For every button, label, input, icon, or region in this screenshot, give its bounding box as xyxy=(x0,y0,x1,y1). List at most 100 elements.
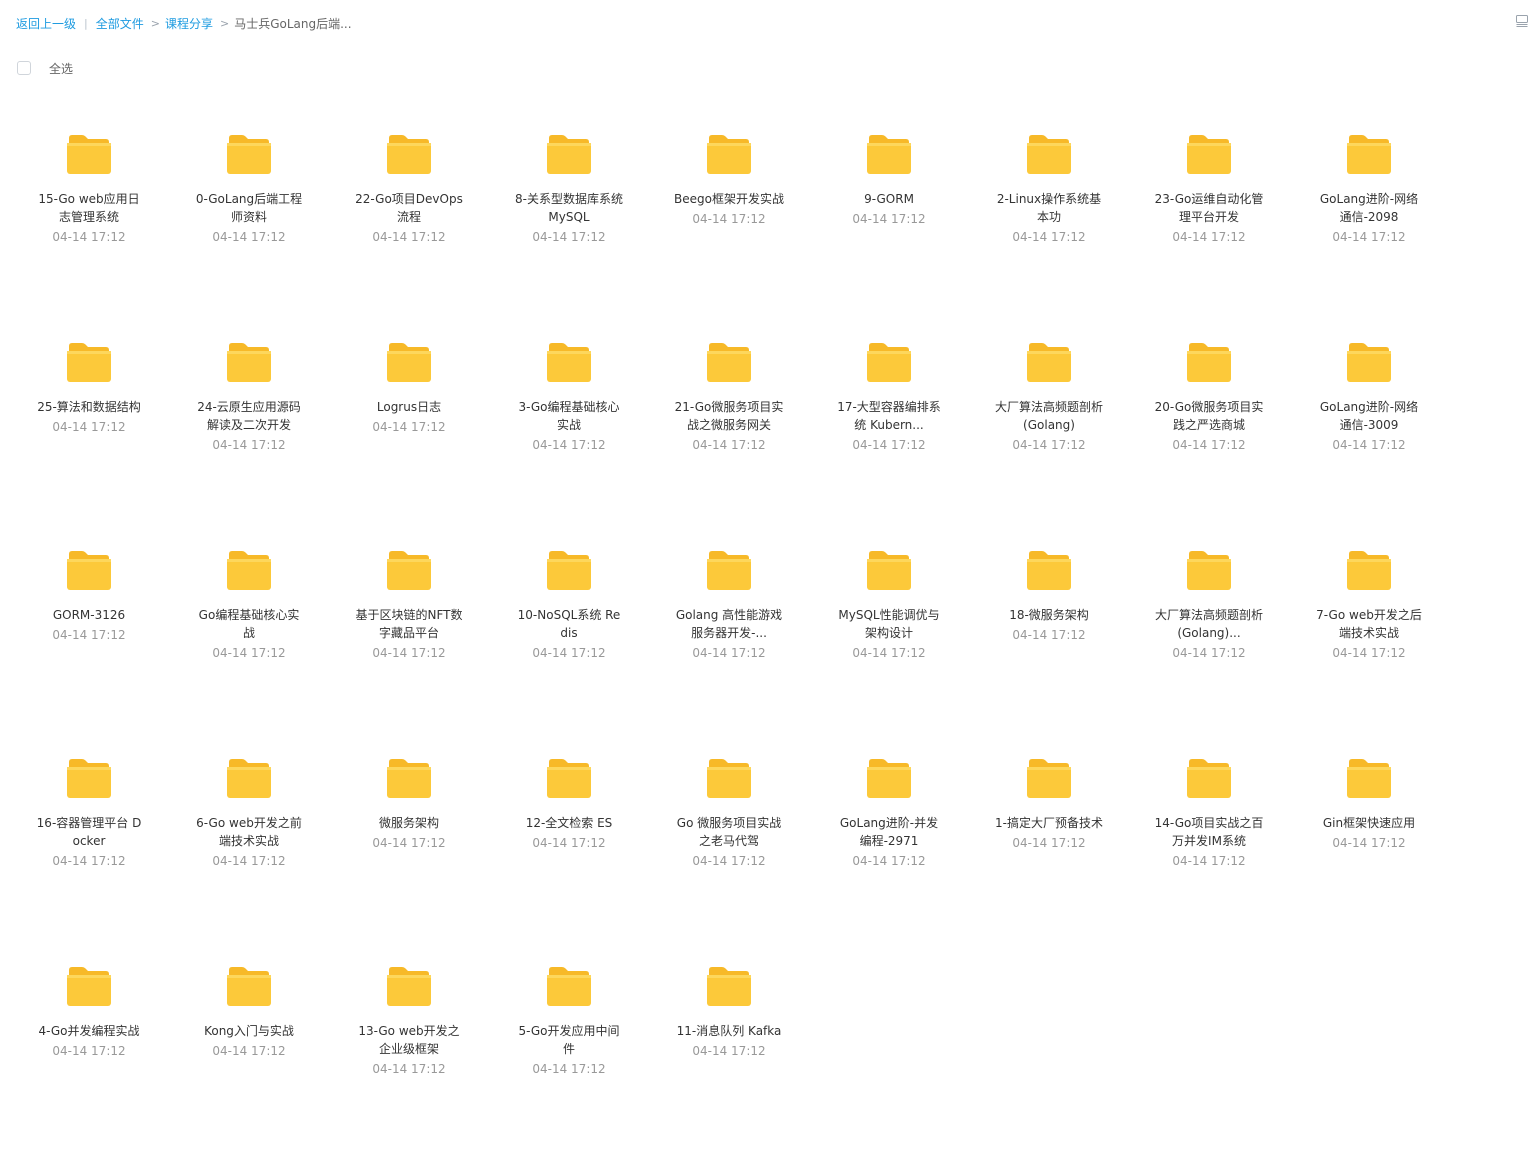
breadcrumb-course-share[interactable]: 课程分享 xyxy=(165,15,213,33)
folder-item[interactable]: GoLang进阶-并发编程-2971 04-14 17:12 xyxy=(809,744,969,952)
folder-name: 22-Go项目DevOps流程 xyxy=(355,192,463,224)
folder-icon xyxy=(1347,759,1391,798)
folder-item[interactable]: GORM-3126 04-14 17:12 xyxy=(9,536,169,744)
folder-item[interactable]: 17-大型容器编排系统 Kubern... 04-14 17:12 xyxy=(809,328,969,536)
folder-name: 3-Go编程基础核心实战 xyxy=(518,400,620,432)
folder-icon xyxy=(867,759,911,798)
folder-name: Logrus日志 xyxy=(376,400,442,414)
folder-item[interactable]: Golang 高性能游戏服务器开发-... 04-14 17:12 xyxy=(649,536,809,744)
folder-item[interactable]: 12-全文检索 ES 04-14 17:12 xyxy=(489,744,649,952)
folder-item[interactable]: 23-Go运维自动化管理平台开发 04-14 17:12 xyxy=(1129,120,1289,328)
folder-icon xyxy=(1027,343,1071,382)
select-all-label[interactable]: 全选 xyxy=(49,60,73,77)
folder-name: Beego框架开发实战 xyxy=(674,192,784,206)
folder-item[interactable]: 8-关系型数据库系统 MySQL 04-14 17:12 xyxy=(489,120,649,328)
folder-item[interactable]: 21-Go微服务项目实战之微服务网关 04-14 17:12 xyxy=(649,328,809,536)
select-all-row: 全选 xyxy=(17,59,73,77)
folder-time: 04-14 17:12 xyxy=(52,854,126,868)
folder-icon xyxy=(547,759,591,798)
folder-time: 04-14 17:12 xyxy=(532,836,606,850)
folder-time: 04-14 17:12 xyxy=(1332,836,1406,850)
breadcrumb: 返回上一级 | 全部文件 > 课程分享 > 马士兵GoLang后端... xyxy=(16,15,352,33)
folder-icon xyxy=(707,343,751,382)
file-grid: 15-Go web应用日志管理系统 04-14 17:12 0-GoLang后端… xyxy=(9,120,1449,1160)
folder-item[interactable]: Kong入门与实战 04-14 17:12 xyxy=(169,952,329,1160)
folder-item[interactable]: 1-搞定大厂预备技术 04-14 17:12 xyxy=(969,744,1129,952)
folder-item[interactable]: Logrus日志 04-14 17:12 xyxy=(329,328,489,536)
folder-item[interactable]: 大厂算法高频题剖析 (Golang)... 04-14 17:12 xyxy=(1129,536,1289,744)
folder-icon xyxy=(387,967,431,1006)
folder-name: Go编程基础核心实战 xyxy=(198,608,300,640)
folder-item[interactable]: 18-微服务架构 04-14 17:12 xyxy=(969,536,1129,744)
folder-icon xyxy=(1027,551,1071,590)
folder-item[interactable]: 4-Go并发编程实战 04-14 17:12 xyxy=(9,952,169,1160)
folder-time: 04-14 17:12 xyxy=(372,230,446,244)
folder-item[interactable]: 14-Go项目实战之百万并发IM系统 04-14 17:12 xyxy=(1129,744,1289,952)
folder-item[interactable]: MySQL性能调优与架构设计 04-14 17:12 xyxy=(809,536,969,744)
folder-item[interactable]: 10-NoSQL系统 Redis 04-14 17:12 xyxy=(489,536,649,744)
folder-item[interactable]: 7-Go web开发之后端技术实战 04-14 17:12 xyxy=(1289,536,1449,744)
folder-item[interactable]: 20-Go微服务项目实践之严选商城 04-14 17:12 xyxy=(1129,328,1289,536)
folder-item[interactable]: 6-Go web开发之前端技术实战 04-14 17:12 xyxy=(169,744,329,952)
folder-item[interactable]: 16-容器管理平台 Docker 04-14 17:12 xyxy=(9,744,169,952)
folder-icon xyxy=(1027,135,1071,174)
folder-item[interactable]: GoLang进阶-网络通信-3009 04-14 17:12 xyxy=(1289,328,1449,536)
folder-name: 25-算法和数据结构 xyxy=(37,400,141,414)
folder-item[interactable]: Beego框架开发实战 04-14 17:12 xyxy=(649,120,809,328)
breadcrumb-all-files[interactable]: 全部文件 xyxy=(96,15,144,33)
folder-time: 04-14 17:12 xyxy=(532,230,606,244)
folder-name: GoLang进阶-网络通信-2098 xyxy=(1319,192,1419,224)
folder-time: 04-14 17:12 xyxy=(1332,646,1406,660)
folder-item[interactable]: 11-消息队列 Kafka 04-14 17:12 xyxy=(649,952,809,1160)
folder-name: 11-消息队列 Kafka xyxy=(676,1024,782,1038)
folder-name: Golang 高性能游戏服务器开发-... xyxy=(675,608,783,640)
folder-name: Go 微服务项目实战之老马代驾 xyxy=(676,816,782,848)
folder-name: 18-微服务架构 xyxy=(1009,608,1089,622)
folder-item[interactable]: 24-云原生应用源码解读及二次开发 04-14 17:12 xyxy=(169,328,329,536)
folder-item[interactable]: 3-Go编程基础核心实战 04-14 17:12 xyxy=(489,328,649,536)
folder-item[interactable]: GoLang进阶-网络通信-2098 04-14 17:12 xyxy=(1289,120,1449,328)
folder-icon xyxy=(1187,551,1231,590)
folder-name: 16-容器管理平台 Docker xyxy=(36,816,142,848)
folder-icon xyxy=(547,343,591,382)
folder-name: 9-GORM xyxy=(864,192,914,206)
folder-time: 04-14 17:12 xyxy=(692,854,766,868)
folder-item[interactable]: 0-GoLang后端工程师资料 04-14 17:12 xyxy=(169,120,329,328)
top-bar: 返回上一级 | 全部文件 > 课程分享 > 马士兵GoLang后端... xyxy=(0,0,1539,46)
folder-icon xyxy=(707,967,751,1006)
back-link[interactable]: 返回上一级 xyxy=(16,15,76,33)
folder-time: 04-14 17:12 xyxy=(692,1044,766,1058)
folder-time: 04-14 17:12 xyxy=(52,628,126,642)
folder-item[interactable]: Go编程基础核心实战 04-14 17:12 xyxy=(169,536,329,744)
folder-item[interactable]: 基于区块链的NFT数字藏品平台 04-14 17:12 xyxy=(329,536,489,744)
folder-time: 04-14 17:12 xyxy=(1172,646,1246,660)
folder-item[interactable]: 大厂算法高频题剖析 (Golang) 04-14 17:12 xyxy=(969,328,1129,536)
folder-time: 04-14 17:12 xyxy=(1172,230,1246,244)
folder-icon xyxy=(387,343,431,382)
folder-item[interactable]: 9-GORM 04-14 17:12 xyxy=(809,120,969,328)
folder-item[interactable]: 13-Go web开发之企业级框架 04-14 17:12 xyxy=(329,952,489,1160)
folder-name: 21-Go微服务项目实战之微服务网关 xyxy=(674,400,784,432)
folder-time: 04-14 17:12 xyxy=(372,646,446,660)
folder-item[interactable]: Gin框架快速应用 04-14 17:12 xyxy=(1289,744,1449,952)
folder-item[interactable]: 2-Linux操作系统基本功 04-14 17:12 xyxy=(969,120,1129,328)
folder-item[interactable]: 25-算法和数据结构 04-14 17:12 xyxy=(9,328,169,536)
folder-name: 20-Go微服务项目实践之严选商城 xyxy=(1154,400,1264,432)
list-view-icon[interactable] xyxy=(1515,14,1529,28)
folder-icon xyxy=(67,135,111,174)
breadcrumb-chevron-icon: > xyxy=(150,17,160,30)
folder-name: 13-Go web开发之企业级框架 xyxy=(358,1024,460,1056)
select-all-checkbox[interactable] xyxy=(17,61,31,75)
folder-item[interactable]: 15-Go web应用日志管理系统 04-14 17:12 xyxy=(9,120,169,328)
folder-icon xyxy=(227,343,271,382)
folder-time: 04-14 17:12 xyxy=(212,438,286,452)
folder-name: MySQL性能调优与架构设计 xyxy=(838,608,940,640)
folder-item[interactable]: 5-Go开发应用中间件 04-14 17:12 xyxy=(489,952,649,1160)
folder-time: 04-14 17:12 xyxy=(212,1044,286,1058)
folder-item[interactable]: 22-Go项目DevOps流程 04-14 17:12 xyxy=(329,120,489,328)
folder-item[interactable]: Go 微服务项目实战之老马代驾 04-14 17:12 xyxy=(649,744,809,952)
folder-name: 大厂算法高频题剖析 (Golang)... xyxy=(1154,608,1263,640)
folder-name: 17-大型容器编排系统 Kubern... xyxy=(837,400,941,432)
folder-icon xyxy=(867,343,911,382)
folder-item[interactable]: 微服务架构 04-14 17:12 xyxy=(329,744,489,952)
